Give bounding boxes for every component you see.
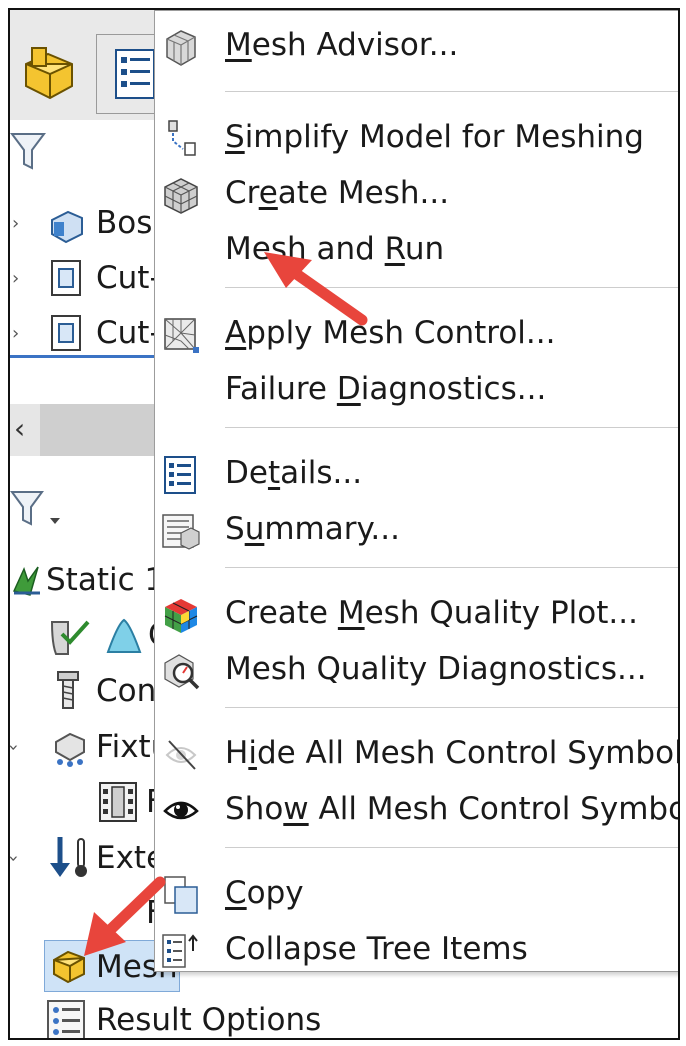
cut-extrude-icon bbox=[51, 315, 81, 351]
menu-item-mesh-advisor[interactable]: Mesh Advisor... bbox=[155, 19, 678, 71]
tree-item-cut-2[interactable]: › Cut- bbox=[10, 308, 161, 358]
connections-icon bbox=[57, 671, 79, 709]
menu-item-label: Failure Diagnostics... bbox=[225, 371, 547, 407]
mesh-diagnostics-icon bbox=[164, 654, 200, 690]
create-mesh-icon bbox=[164, 178, 198, 214]
menu-item-label: Details... bbox=[225, 455, 363, 491]
menu-item-show-symbols[interactable]: Show All Mesh Control Symbols bbox=[155, 783, 680, 835]
menu-item-label: Collapse Tree Items bbox=[225, 931, 528, 967]
summary-icon bbox=[162, 514, 200, 550]
menu-item-create-mesh[interactable]: Create Mesh... bbox=[155, 167, 678, 219]
filter-dropdown-icon[interactable] bbox=[10, 488, 66, 530]
tree-item-label: Result Options bbox=[96, 1002, 322, 1038]
tree-item-part[interactable]: C bbox=[10, 610, 170, 660]
mesh-quality-plot-icon bbox=[164, 599, 198, 633]
horizontal-scrollbar[interactable]: ‹ bbox=[10, 404, 160, 456]
expand-arrow-icon[interactable]: › bbox=[12, 213, 19, 234]
tree-item-label: Static 1 bbox=[46, 562, 165, 598]
simplify-model-icon bbox=[168, 120, 196, 156]
tree-item-fixture[interactable]: F bbox=[10, 777, 164, 827]
property-list-icon bbox=[115, 49, 155, 99]
mesh-context-menu: Mesh Advisor... Simplify Model for Meshi… bbox=[154, 10, 680, 975]
cut-extrude-icon bbox=[51, 260, 81, 296]
menu-separator bbox=[225, 427, 678, 428]
fixtures-icon bbox=[55, 732, 85, 767]
result-options-icon bbox=[47, 1000, 85, 1038]
menu-item-label: Mesh Quality Diagnostics... bbox=[225, 651, 647, 687]
tree-item-fixtures[interactable]: › Fixtu bbox=[10, 722, 170, 772]
menu-item-hide-symbols[interactable]: Hide All Mesh Control Symbols bbox=[155, 727, 680, 779]
pane-splitter[interactable] bbox=[10, 355, 160, 358]
menu-item-mesh-and-run[interactable]: Mesh and Run bbox=[155, 223, 678, 275]
menu-item-create-mesh-quality-plot[interactable]: Create Mesh Quality Plot... bbox=[155, 587, 678, 639]
tree-item-study[interactable]: Static 1 bbox=[10, 555, 164, 605]
menu-item-copy[interactable]: Copy bbox=[155, 867, 678, 919]
collapse-arrow-icon[interactable]: › bbox=[10, 854, 24, 861]
tree-item-connections[interactable]: Con bbox=[10, 666, 160, 716]
annotation-arrow-icon bbox=[84, 876, 166, 956]
annotation-arrow-icon bbox=[264, 252, 368, 326]
scroll-left-icon[interactable]: ‹ bbox=[14, 412, 25, 445]
menu-item-summary[interactable]: Summary... bbox=[155, 503, 678, 555]
tree-item-cut-1[interactable]: › Cut- bbox=[10, 253, 161, 303]
screenshot-frame: › Boss › Cut- › Cut- ‹ Static 1 Con Fixt… bbox=[8, 8, 680, 1040]
menu-separator bbox=[225, 91, 678, 92]
expand-arrow-icon[interactable]: › bbox=[12, 323, 19, 344]
menu-item-collapse-tree[interactable]: Collapse Tree Items bbox=[155, 923, 678, 975]
mesh-advisor-icon bbox=[166, 30, 196, 66]
part-check-icon bbox=[50, 620, 90, 655]
expand-arrow-icon[interactable]: › bbox=[12, 268, 19, 289]
tree-item-result-options[interactable]: Result Options bbox=[10, 995, 410, 1038]
static-study-icon bbox=[12, 566, 40, 596]
mesh-control-icon bbox=[164, 318, 199, 353]
menu-item-label: Create Mesh Quality Plot... bbox=[225, 595, 638, 631]
menu-item-label: Show All Mesh Control Symbols bbox=[225, 791, 680, 827]
menu-item-failure-diagnostics[interactable]: Failure Diagnostics... bbox=[155, 363, 678, 415]
show-eye-icon bbox=[163, 801, 199, 820]
menu-separator bbox=[225, 567, 678, 568]
tree-item-label: Cut- bbox=[96, 260, 161, 296]
part-icon bbox=[25, 47, 73, 100]
menu-item-mesh-quality-diagnostics[interactable]: Mesh Quality Diagnostics... bbox=[155, 643, 678, 695]
filter-icon[interactable] bbox=[10, 130, 46, 172]
menu-item-label: Summary... bbox=[225, 511, 400, 547]
boss-extrude-icon bbox=[51, 210, 83, 244]
menu-item-simplify-model[interactable]: Simplify Model for Meshing bbox=[155, 111, 678, 163]
menu-item-label: Copy bbox=[225, 875, 304, 911]
menu-item-apply-mesh-control[interactable]: Apply Mesh Control... bbox=[155, 307, 678, 359]
tree-item-label: Cut- bbox=[96, 315, 161, 351]
tree-item-boss[interactable]: › Boss bbox=[10, 198, 169, 248]
collapse-arrow-icon[interactable]: › bbox=[10, 743, 24, 750]
menu-item-label: Mesh Advisor... bbox=[225, 27, 459, 63]
details-icon bbox=[164, 456, 196, 494]
part-icon bbox=[106, 618, 142, 653]
scrollbar-thumb[interactable] bbox=[40, 404, 160, 456]
menu-separator bbox=[225, 847, 678, 848]
fixture-item-icon bbox=[99, 782, 137, 822]
tree-item-label: Con bbox=[96, 673, 157, 709]
menu-item-label: Create Mesh... bbox=[225, 175, 450, 211]
menu-item-label: Simplify Model for Meshing bbox=[225, 119, 644, 155]
hide-eye-icon bbox=[165, 740, 197, 770]
menu-separator bbox=[225, 707, 678, 708]
feature-manager-tab[interactable] bbox=[10, 34, 86, 114]
menu-item-label: Hide All Mesh Control Symbols bbox=[225, 735, 680, 771]
menu-item-details[interactable]: Details... bbox=[155, 447, 678, 499]
